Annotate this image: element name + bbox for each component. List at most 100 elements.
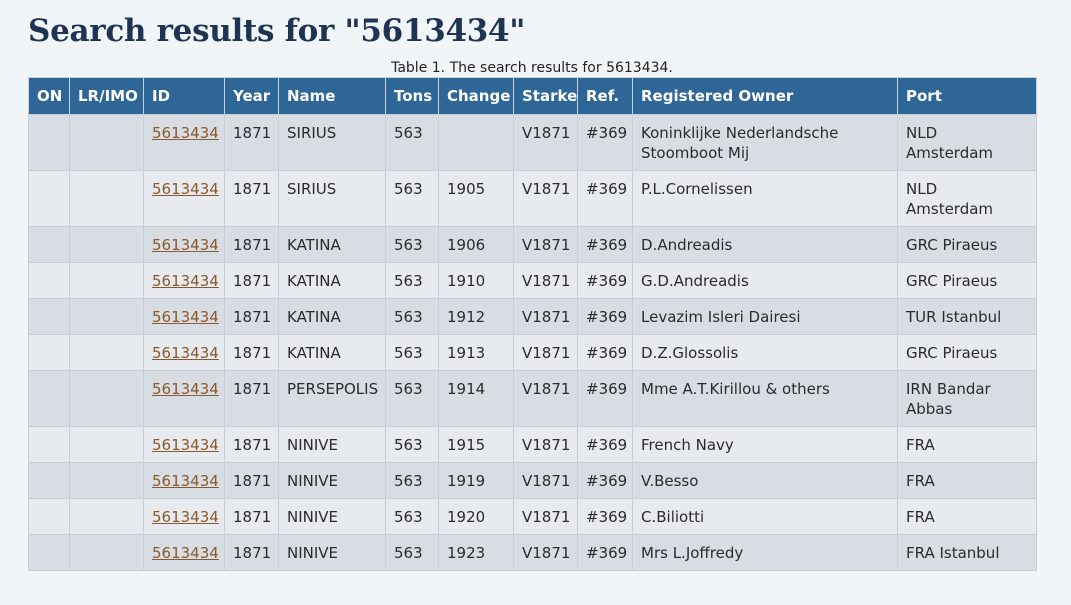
cell-id: 5613434 (143, 426, 225, 463)
cell-lrimo (69, 170, 144, 227)
table-row: 5613434 1871 KATINA 563 1913 V1871 #369 … (28, 334, 1037, 371)
cell-year: 1871 (224, 334, 279, 371)
cell-tons: 563 (385, 114, 439, 171)
cell-tons: 563 (385, 226, 439, 263)
column-header-starke[interactable]: Starke (513, 77, 578, 115)
column-header-change[interactable]: Change (438, 77, 514, 115)
ship-id-link[interactable]: 5613434 (152, 180, 219, 198)
cell-owner: Mme A.T.Kirillou & others (632, 370, 898, 427)
cell-id: 5613434 (143, 226, 225, 263)
cell-port: FRA (897, 462, 1037, 499)
cell-owner: Koninklijke Nederlandsche Stoomboot Mij (632, 114, 898, 171)
ship-id-link[interactable]: 5613434 (152, 436, 219, 454)
cell-change: 1913 (438, 334, 514, 371)
cell-lrimo (69, 334, 144, 371)
cell-name: NINIVE (278, 426, 386, 463)
cell-tons: 563 (385, 426, 439, 463)
ship-id-link[interactable]: 5613434 (152, 472, 219, 490)
cell-name: KATINA (278, 334, 386, 371)
cell-on (28, 426, 70, 463)
cell-ref: #369 (577, 370, 633, 427)
ship-id-link[interactable]: 5613434 (152, 308, 219, 326)
cell-year: 1871 (224, 262, 279, 299)
cell-name: SIRIUS (278, 170, 386, 227)
cell-owner: G.D.Andreadis (632, 262, 898, 299)
cell-ref: #369 (577, 114, 633, 171)
table-row: 5613434 1871 KATINA 563 1910 V1871 #369 … (28, 262, 1037, 299)
cell-port: FRA (897, 426, 1037, 463)
ship-id-link[interactable]: 5613434 (152, 272, 219, 290)
cell-starke: V1871 (513, 426, 578, 463)
table-header-row: ON LR/IMO ID Year Name Tons Change Stark… (28, 77, 1037, 115)
cell-id: 5613434 (143, 298, 225, 335)
cell-port: GRC Piraeus (897, 334, 1037, 371)
cell-tons: 563 (385, 170, 439, 227)
cell-ref: #369 (577, 426, 633, 463)
cell-year: 1871 (224, 426, 279, 463)
cell-id: 5613434 (143, 462, 225, 499)
cell-name: NINIVE (278, 534, 386, 571)
table-row: 5613434 1871 SIRIUS 563 V1871 #369 Konin… (28, 114, 1037, 171)
cell-name: NINIVE (278, 462, 386, 499)
column-header-tons[interactable]: Tons (385, 77, 439, 115)
cell-on (28, 462, 70, 499)
cell-starke: V1871 (513, 114, 578, 171)
page-title: Search results for "5613434" (28, 13, 526, 49)
ship-id-link[interactable]: 5613434 (152, 124, 219, 142)
cell-change: 1910 (438, 262, 514, 299)
cell-name: KATINA (278, 226, 386, 263)
cell-year: 1871 (224, 462, 279, 499)
cell-port: GRC Piraeus (897, 262, 1037, 299)
cell-id: 5613434 (143, 534, 225, 571)
cell-lrimo (69, 114, 144, 171)
cell-port: FRA (897, 498, 1037, 535)
ship-id-link[interactable]: 5613434 (152, 344, 219, 362)
cell-ref: #369 (577, 334, 633, 371)
cell-port: TUR Istanbul (897, 298, 1037, 335)
cell-ref: #369 (577, 462, 633, 499)
cell-on (28, 114, 70, 171)
cell-year: 1871 (224, 298, 279, 335)
cell-name: KATINA (278, 262, 386, 299)
cell-starke: V1871 (513, 262, 578, 299)
cell-name: KATINA (278, 298, 386, 335)
cell-id: 5613434 (143, 498, 225, 535)
cell-lrimo (69, 226, 144, 263)
cell-year: 1871 (224, 226, 279, 263)
cell-ref: #369 (577, 262, 633, 299)
cell-lrimo (69, 498, 144, 535)
cell-starke: V1871 (513, 498, 578, 535)
cell-change: 1915 (438, 426, 514, 463)
cell-owner: D.Andreadis (632, 226, 898, 263)
column-header-name[interactable]: Name (278, 77, 386, 115)
table-row: 5613434 1871 NINIVE 563 1920 V1871 #369 … (28, 498, 1037, 535)
cell-on (28, 534, 70, 571)
ship-id-link[interactable]: 5613434 (152, 508, 219, 526)
results-table: ON LR/IMO ID Year Name Tons Change Stark… (28, 77, 1037, 571)
column-header-lrimo[interactable]: LR/IMO (69, 77, 144, 115)
column-header-id[interactable]: ID (143, 77, 225, 115)
cell-year: 1871 (224, 498, 279, 535)
cell-change: 1906 (438, 226, 514, 263)
column-header-port[interactable]: Port (897, 77, 1037, 115)
cell-owner: Levazim Isleri Dairesi (632, 298, 898, 335)
column-header-year[interactable]: Year (224, 77, 279, 115)
column-header-ref[interactable]: Ref. (577, 77, 633, 115)
cell-name: PERSEPOLIS (278, 370, 386, 427)
cell-change: 1919 (438, 462, 514, 499)
cell-lrimo (69, 370, 144, 427)
cell-port: NLD Amsterdam (897, 114, 1037, 171)
column-header-owner[interactable]: Registered Owner (632, 77, 898, 115)
ship-id-link[interactable]: 5613434 (152, 544, 219, 562)
cell-year: 1871 (224, 534, 279, 571)
cell-lrimo (69, 426, 144, 463)
cell-owner: C.Biliotti (632, 498, 898, 535)
cell-starke: V1871 (513, 334, 578, 371)
cell-on (28, 262, 70, 299)
table-row: 5613434 1871 KATINA 563 1906 V1871 #369 … (28, 226, 1037, 263)
column-header-on[interactable]: ON (28, 77, 70, 115)
cell-change: 1912 (438, 298, 514, 335)
ship-id-link[interactable]: 5613434 (152, 236, 219, 254)
ship-id-link[interactable]: 5613434 (152, 380, 219, 398)
cell-change (438, 114, 514, 171)
